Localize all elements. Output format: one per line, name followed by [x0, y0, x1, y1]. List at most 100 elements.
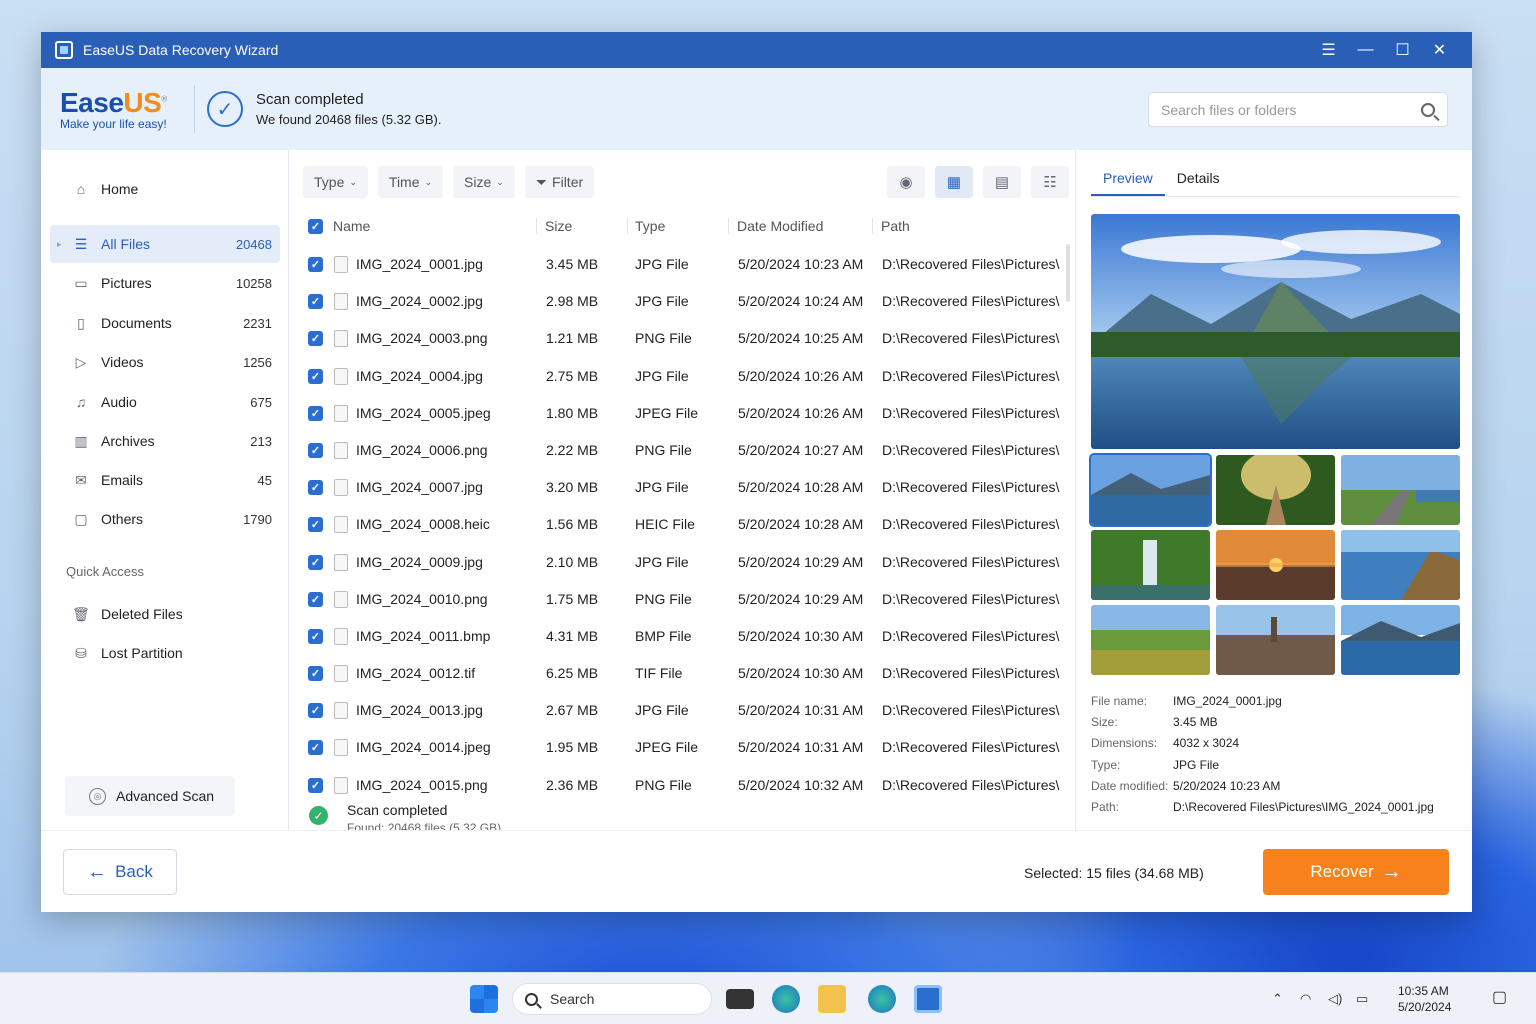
table-row[interactable]: ✓ IMG_2024_0009.jpg 2.10 MB JPG File 5/20/20…: [303, 544, 1068, 581]
sidebar-item-deleted-files[interactable]: 🗑 Deleted Files: [50, 595, 280, 633]
battery-icon[interactable]: ▭: [1356, 991, 1368, 1007]
list-view-icon[interactable]: ☷: [1031, 166, 1069, 198]
sidebar-item-archives[interactable]: ▥ Archives 213: [50, 422, 280, 460]
table-row[interactable]: ✓ IMG_2024_0013.jpg 2.67 MB JPG File 5/20/20…: [303, 692, 1068, 729]
speaker-icon[interactable]: ◁): [1328, 991, 1342, 1007]
file-explorer-icon[interactable]: [818, 985, 846, 1013]
thumbnail-6[interactable]: [1341, 530, 1460, 600]
close-icon[interactable]: ✕: [1421, 32, 1458, 68]
scrollbar[interactable]: [1066, 244, 1070, 302]
home-icon: ⌂: [76, 181, 86, 197]
thumbnail-8[interactable]: [1216, 605, 1335, 675]
cell-path: D:\Recovered Files\Pictures\: [882, 330, 1060, 347]
advanced-scan-button[interactable]: ◎ Advanced Scan: [65, 776, 235, 816]
col-path[interactable]: Path: [881, 218, 910, 234]
table-row[interactable]: ✓ IMG_2024_0002.jpg 2.98 MB JPG File 5/20/20…: [303, 283, 1068, 320]
row-checkbox[interactable]: ✓: [308, 405, 323, 421]
sidebar-item-emails[interactable]: ✉ Emails 45: [50, 461, 280, 499]
table-row[interactable]: ✓ IMG_2024_0004.jpg 2.75 MB JPG File 5/20/20…: [303, 358, 1068, 395]
thumbnail-9[interactable]: [1341, 605, 1460, 675]
edge-icon[interactable]: [868, 985, 896, 1013]
video-icon: ▷: [75, 353, 87, 370]
col-size[interactable]: Size: [545, 218, 572, 234]
sidebar-item-videos[interactable]: ▷ Videos 1256: [50, 343, 280, 381]
task-view-icon[interactable]: [726, 989, 754, 1009]
clock[interactable]: 10:35 AM 5/20/2024: [1398, 983, 1451, 1015]
thumbnail-5[interactable]: [1216, 530, 1335, 600]
sidebar-item-lost-partition[interactable]: ⛁ Lost Partition: [50, 634, 280, 672]
row-checkbox[interactable]: ✓: [308, 628, 323, 644]
chevron-up-icon[interactable]: ⌃: [1272, 991, 1283, 1007]
col-name[interactable]: Name: [333, 218, 370, 234]
detail-value: D:\Recovered Files\Pictures\IMG_2024_000…: [1173, 799, 1434, 814]
row-checkbox[interactable]: ✓: [308, 517, 323, 533]
cell-type: PNG File: [635, 441, 692, 458]
cell-size: 2.22 MB: [546, 441, 599, 458]
tab-details[interactable]: Details: [1165, 170, 1232, 196]
sidebar-item-documents[interactable]: ▯ Documents 2231: [50, 304, 280, 342]
col-date[interactable]: Date Modified: [737, 218, 823, 234]
search-icon[interactable]: [1421, 102, 1435, 117]
maximize-icon[interactable]: ☐: [1384, 32, 1421, 68]
sidebar-item-pictures[interactable]: ▭ Pictures 10258: [50, 264, 280, 302]
expand-arrow-icon[interactable]: ▸: [57, 239, 62, 250]
thumbnail-3[interactable]: [1341, 455, 1460, 525]
menu-icon[interactable]: ☰: [1310, 32, 1347, 68]
grid-view-icon[interactable]: ▦: [935, 166, 973, 198]
row-checkbox[interactable]: ✓: [308, 666, 323, 682]
row-checkbox[interactable]: ✓: [308, 294, 323, 310]
sidebar-item-audio[interactable]: ♫ Audio 675: [50, 383, 280, 421]
select-all-checkbox[interactable]: ✓: [308, 219, 323, 234]
cell-type: JPG File: [635, 367, 689, 384]
table-row[interactable]: ✓ IMG_2024_0001.jpg 3.45 MB JPG File 5/20/20…: [303, 246, 1068, 283]
table-row[interactable]: ✓ IMG_2024_0008.heic 1.56 MB HEIC File 5/20/…: [303, 506, 1068, 543]
wifi-icon[interactable]: ◠: [1300, 991, 1311, 1007]
table-row[interactable]: ✓ IMG_2024_0003.png 1.21 MB PNG File 5/20/20…: [303, 320, 1068, 357]
table-row[interactable]: ✓ IMG_2024_0006.png 2.22 MB PNG File 5/20/20…: [303, 432, 1068, 469]
row-checkbox[interactable]: ✓: [308, 591, 323, 607]
thumbnail-7[interactable]: [1091, 605, 1210, 675]
table-row[interactable]: ✓ IMG_2024_0005.jpeg 1.80 MB JPEG File 5/20/…: [303, 395, 1068, 432]
minimize-icon[interactable]: —: [1347, 32, 1384, 68]
sidebar-item-home[interactable]: ⌂ Home: [50, 170, 280, 208]
tile-view-icon[interactable]: ▤: [983, 166, 1021, 198]
row-checkbox[interactable]: ✓: [308, 554, 323, 570]
cell-date: 5/20/2024 10:25 AM: [738, 330, 864, 347]
search-input[interactable]: Search files or folders: [1148, 92, 1448, 127]
thumbnail-4[interactable]: [1091, 530, 1210, 600]
row-checkbox[interactable]: ✓: [308, 480, 323, 496]
row-checkbox[interactable]: ✓: [308, 442, 323, 458]
row-checkbox[interactable]: ✓: [308, 257, 323, 272]
table-row[interactable]: ✓ IMG_2024_0007.jpg 3.20 MB JPG File 5/20/20…: [303, 469, 1068, 506]
row-checkbox[interactable]: ✓: [308, 368, 323, 384]
col-type[interactable]: Type: [635, 218, 665, 234]
cell-size: 1.75 MB: [546, 590, 599, 607]
taskbar-search[interactable]: Search: [512, 983, 712, 1015]
table-row[interactable]: ✓ IMG_2024_0012.tif 6.25 MB TIF File 5/20/20…: [303, 655, 1068, 692]
table-row[interactable]: ✓ IMG_2024_0011.bmp 4.31 MB BMP File 5/20/20…: [303, 618, 1068, 655]
row-checkbox[interactable]: ✓: [308, 331, 323, 347]
thumbnail-1[interactable]: [1089, 453, 1212, 527]
type-dropdown[interactable]: Type ⌄: [303, 166, 368, 198]
back-button[interactable]: ← Back: [63, 849, 177, 895]
recover-button[interactable]: Recover →: [1263, 849, 1449, 895]
thumbnail-2[interactable]: [1216, 455, 1335, 525]
table-row[interactable]: ✓ IMG_2024_0014.jpeg 1.95 MB JPEG File 5/20/…: [303, 729, 1068, 766]
notification-icon[interactable]: ▢: [1492, 987, 1507, 1007]
sidebar-item-others[interactable]: ▢ Others 1790: [50, 500, 280, 538]
table-row[interactable]: ✓ IMG_2024_0010.png 1.75 MB PNG File 5/20/20…: [303, 581, 1068, 618]
size-dropdown[interactable]: Size ⌄: [453, 166, 515, 198]
start-icon[interactable]: [470, 985, 498, 1013]
easeus-taskbar-icon[interactable]: [914, 985, 942, 1013]
tab-preview[interactable]: Preview: [1091, 170, 1165, 196]
row-checkbox[interactable]: ✓: [308, 703, 323, 719]
eye-icon[interactable]: ◉: [887, 166, 925, 198]
edge-icon[interactable]: [772, 985, 800, 1013]
row-checkbox[interactable]: ✓: [308, 740, 323, 756]
time-dropdown[interactable]: Time ⌄: [377, 166, 444, 198]
table-row[interactable]: ✓ IMG_2024_0015.png 2.36 MB PNG File 5/20/20…: [303, 767, 1068, 804]
filter-button[interactable]: ⏷ Filter: [524, 166, 595, 198]
row-checkbox[interactable]: ✓: [308, 777, 323, 793]
trash-icon: 🗑: [72, 605, 90, 622]
sidebar-item-all-files[interactable]: ▸ ☰ All Files 20468: [50, 225, 280, 263]
